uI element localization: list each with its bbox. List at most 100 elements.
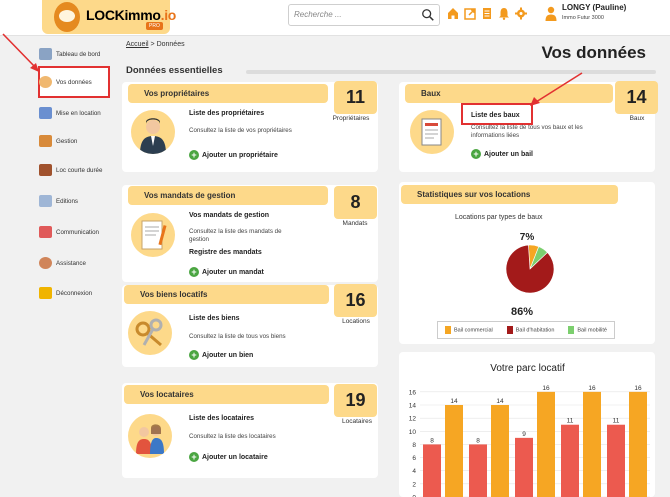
sidebar-item-label: Loc courte durée [56, 166, 103, 174]
biens-count: 16 [334, 284, 377, 317]
section-title: Données essentielles [126, 65, 223, 76]
user-name[interactable]: LONGY (Pauline) [562, 3, 626, 12]
bar-value-label: 11 [567, 418, 574, 425]
bar-1-3[interactable] [583, 391, 601, 497]
pie-legend: Bail commercial Bail d'habitation Bail m… [437, 321, 615, 339]
locataires-desc: Consultez la liste des locataires [189, 433, 276, 440]
home-icon[interactable] [447, 7, 459, 20]
bar-value-label: 8 [430, 437, 434, 444]
link-liste-proprietaires[interactable]: Liste des propriétaires [189, 110, 264, 117]
bar-1-0[interactable] [445, 405, 463, 497]
search-icon[interactable] [421, 8, 435, 22]
baux-count-label: Baux [629, 115, 645, 122]
document-icon[interactable] [481, 7, 493, 20]
annotation-arrow-left [2, 33, 39, 72]
mandats-desc: Consultez la liste des mandats de gestio… [189, 228, 282, 243]
link-liste-biens[interactable]: Liste des biens [189, 315, 240, 322]
pie-chart: 7% 86% [505, 232, 555, 318]
lockimmo-logo[interactable]: LOCKimmo.io PRO [42, 0, 176, 34]
search-box[interactable] [288, 4, 440, 26]
bar-1-4[interactable] [629, 391, 647, 497]
keys-icon [128, 311, 172, 355]
stats-title: Statistiques sur vos locations [401, 185, 618, 204]
add-proprietaire-button[interactable]: + Ajouter un propriétaire [189, 150, 278, 160]
editions-icon [39, 195, 52, 207]
pie-chart-title: Locations par types de baux [455, 214, 543, 221]
sidebar-item-gestion[interactable]: Gestion [39, 135, 77, 147]
add-bien-button[interactable]: + Ajouter un bien [189, 350, 253, 360]
breadcrumb-current: Données [156, 41, 185, 48]
sidebar-item-deconnexion[interactable]: Déconnexion [39, 287, 92, 299]
y-tick-label: 12 [409, 416, 417, 423]
bar-value-label: 8 [476, 437, 480, 444]
card-proprietaires-title: Vos propriétaires [128, 84, 328, 103]
bar-value-label: 16 [634, 385, 642, 392]
add-mandat-button[interactable]: + Ajouter un mandat [189, 267, 264, 277]
bar-1-2[interactable] [537, 391, 555, 497]
sidebar-item-communication[interactable]: Communication [39, 226, 99, 238]
sidebar-item-label: Assistance [56, 259, 86, 267]
sidebar-item-mise-en-location[interactable]: Mise en location [39, 107, 101, 119]
plus-icon: + [189, 267, 199, 277]
proprietaires-count-label: Propriétaires [332, 115, 370, 122]
link-registre-mandats[interactable]: Registre des mandats [189, 249, 262, 256]
sidebar-item-label: Mise en location [56, 109, 101, 117]
bar-value-label: 16 [588, 385, 596, 392]
bar-value-label: 9 [522, 431, 526, 438]
bell-icon[interactable] [498, 7, 510, 20]
baux-desc: Consultez la liste de tous vos baux et l… [471, 124, 583, 139]
gear-icon[interactable] [515, 7, 527, 20]
sidebar-item-editions[interactable]: Editions [39, 195, 78, 207]
link-vos-mandats[interactable]: Vos mandats de gestion [189, 212, 269, 219]
bar-0-2[interactable] [515, 437, 533, 497]
search-input[interactable] [294, 10, 414, 19]
house-key-icon [39, 107, 52, 119]
bar-1-1[interactable] [491, 405, 509, 497]
tenants-couple-icon [128, 414, 172, 458]
user-company: Immo Futur 3000 [562, 15, 604, 21]
breadcrumb: Accueil > Données [126, 41, 185, 48]
external-link-icon[interactable] [464, 7, 476, 20]
locataires-count-label: Locataires [342, 418, 372, 425]
card-biens-title: Vos biens locatifs [124, 285, 329, 304]
mandats-count-label: Mandats [342, 220, 368, 227]
bar-0-1[interactable] [469, 444, 487, 497]
add-bail-button[interactable]: + Ajouter un bail [471, 149, 533, 159]
sidebar-item-assistance[interactable]: Assistance [39, 257, 86, 269]
legend-item-mobilite[interactable]: Bail mobilité [568, 326, 607, 334]
proprietaires-desc: Consultez la liste de vos propriétaires [189, 127, 292, 134]
bar-0-0[interactable] [423, 444, 441, 497]
sidebar-item-label: Editions [56, 197, 79, 205]
biens-desc: Consultez la liste de tous vos biens [189, 333, 286, 340]
biens-count-label: Locations [342, 318, 370, 325]
y-tick-label: 10 [409, 429, 417, 436]
bar-0-4[interactable] [607, 424, 625, 497]
bar-0-3[interactable] [561, 424, 579, 497]
chat-icon [39, 226, 52, 238]
sidebar-item-loc-courte-duree[interactable]: Loc courte durée [39, 164, 102, 176]
annotation-arrow-right [530, 72, 583, 106]
section-divider [246, 70, 656, 74]
sidebar: Tableau de bord Vos données Mise en loca… [34, 36, 116, 497]
sidebar-item-label: Tableau de bord [56, 50, 101, 58]
breadcrumb-home[interactable]: Accueil [126, 41, 149, 48]
y-tick-label: 6 [412, 455, 416, 462]
legend-item-commercial[interactable]: Bail commercial [444, 326, 493, 334]
plus-icon: + [189, 150, 199, 160]
baux-count: 14 [615, 81, 658, 114]
link-liste-locataires[interactable]: Liste des locataires [189, 415, 254, 422]
mandats-count: 8 [334, 186, 377, 219]
locataires-count: 19 [334, 384, 377, 417]
y-tick-label: 8 [412, 442, 416, 449]
bar-value-label: 16 [542, 385, 550, 392]
add-locataire-button[interactable]: + Ajouter un locataire [189, 452, 268, 462]
sidebar-item-label: Gestion [56, 137, 78, 145]
sidebar-item-label: Communication [56, 228, 99, 236]
legend-item-habitation[interactable]: Bail d'habitation [506, 326, 554, 334]
bar-value-label: 14 [496, 398, 504, 405]
plus-icon: + [471, 149, 481, 159]
gestion-icon [39, 135, 52, 147]
y-tick-label: 16 [409, 389, 417, 396]
bar-chart: 024681012141681481491611161116 [409, 385, 650, 497]
user-icon[interactable] [545, 6, 557, 22]
